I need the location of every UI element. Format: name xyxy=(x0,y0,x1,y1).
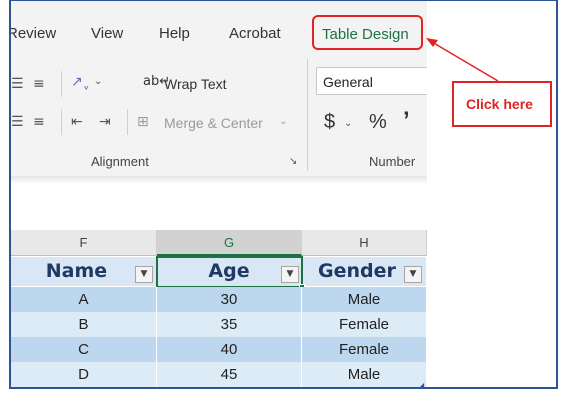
orientation-icon[interactable]: ↗ˬ xyxy=(71,73,90,91)
align-right-icon[interactable]: ≡ xyxy=(33,113,45,131)
tab-review[interactable]: Review xyxy=(11,25,56,42)
number-format-select[interactable]: General xyxy=(316,67,427,95)
merge-center-button[interactable]: Merge & Center xyxy=(164,115,263,131)
table-cell[interactable]: 30 xyxy=(157,287,302,312)
table-cell[interactable]: Male xyxy=(302,362,427,387)
increase-indent-icon[interactable]: ⇥ xyxy=(99,113,111,131)
decrease-indent-icon[interactable]: ⇤ xyxy=(71,113,83,131)
ribbon-separator xyxy=(61,109,62,135)
filter-dropdown-icon[interactable]: ▼ xyxy=(404,266,422,283)
align-left-2-icon[interactable]: ☰ xyxy=(11,113,24,131)
table-resize-handle-icon[interactable]: ◢ xyxy=(418,381,424,387)
table-cell[interactable]: 35 xyxy=(157,312,302,337)
ribbon-tab-bar: Review View Help Acrobat Table Design xyxy=(11,1,427,51)
merge-center-icon[interactable]: ⊞ xyxy=(137,113,149,131)
chevron-down-icon[interactable]: ⌄ xyxy=(94,73,102,91)
screenshot-frame: Review View Help Acrobat Table Design ☰ … xyxy=(9,0,558,389)
dialog-launcher-icon[interactable]: ↘ xyxy=(289,153,297,171)
chevron-down-icon[interactable]: ⌄ xyxy=(344,115,352,133)
callout-text: Click here xyxy=(466,96,533,112)
comma-style-button[interactable]: ’ xyxy=(403,107,410,135)
ribbon-separator xyxy=(61,71,62,97)
ribbon-body: ☰ ≡ ↗ˬ ⌄ ab↵ Wrap Text ☰ ≡ ⇤ ⇥ ⊞ Merge &… xyxy=(11,51,427,176)
table-cell[interactable]: B xyxy=(11,312,157,337)
column-header-g[interactable]: G xyxy=(157,230,302,256)
tab-table-design[interactable]: Table Design xyxy=(312,15,423,50)
table-cell[interactable]: 45 xyxy=(157,362,302,387)
table-cell[interactable]: 40 xyxy=(157,337,302,362)
selected-cell-outline xyxy=(156,256,303,288)
excel-window: Review View Help Acrobat Table Design ☰ … xyxy=(11,1,427,387)
table-cell[interactable]: C xyxy=(11,337,157,362)
wrap-text-button[interactable]: Wrap Text xyxy=(164,76,227,92)
align-bottom-icon[interactable]: ≡ xyxy=(33,75,45,93)
worksheet-grid: F G H Name Age Gender ▼ ▼ ▼ A 30 Male B … xyxy=(11,218,427,387)
table-cell[interactable]: Female xyxy=(302,337,427,362)
column-header-h[interactable]: H xyxy=(302,230,427,256)
percent-button[interactable]: % xyxy=(369,111,387,134)
tab-help[interactable]: Help xyxy=(159,25,190,42)
tab-view[interactable]: View xyxy=(91,25,123,42)
number-format-value: General xyxy=(323,74,373,90)
number-group-label: Number xyxy=(369,154,416,169)
table-cell[interactable]: D xyxy=(11,362,157,387)
group-separator xyxy=(307,59,308,171)
column-header-f[interactable]: F xyxy=(11,230,157,256)
alignment-group-label: Alignment xyxy=(91,154,149,169)
table-cell[interactable]: Male xyxy=(302,287,427,312)
table-cell[interactable]: Female xyxy=(302,312,427,337)
callout-box: Click here xyxy=(452,81,552,127)
currency-button[interactable]: $ xyxy=(324,111,335,134)
tab-table-design-label: Table Design xyxy=(322,26,409,43)
filter-dropdown-icon[interactable]: ▼ xyxy=(135,266,153,283)
table-cell[interactable]: A xyxy=(11,287,157,312)
align-left-icon[interactable]: ☰ xyxy=(11,75,24,93)
tab-acrobat[interactable]: Acrobat xyxy=(229,25,281,42)
ribbon-separator xyxy=(127,109,128,135)
ribbon-shadow xyxy=(11,176,427,184)
chevron-down-icon[interactable]: ⌄ xyxy=(279,113,287,131)
